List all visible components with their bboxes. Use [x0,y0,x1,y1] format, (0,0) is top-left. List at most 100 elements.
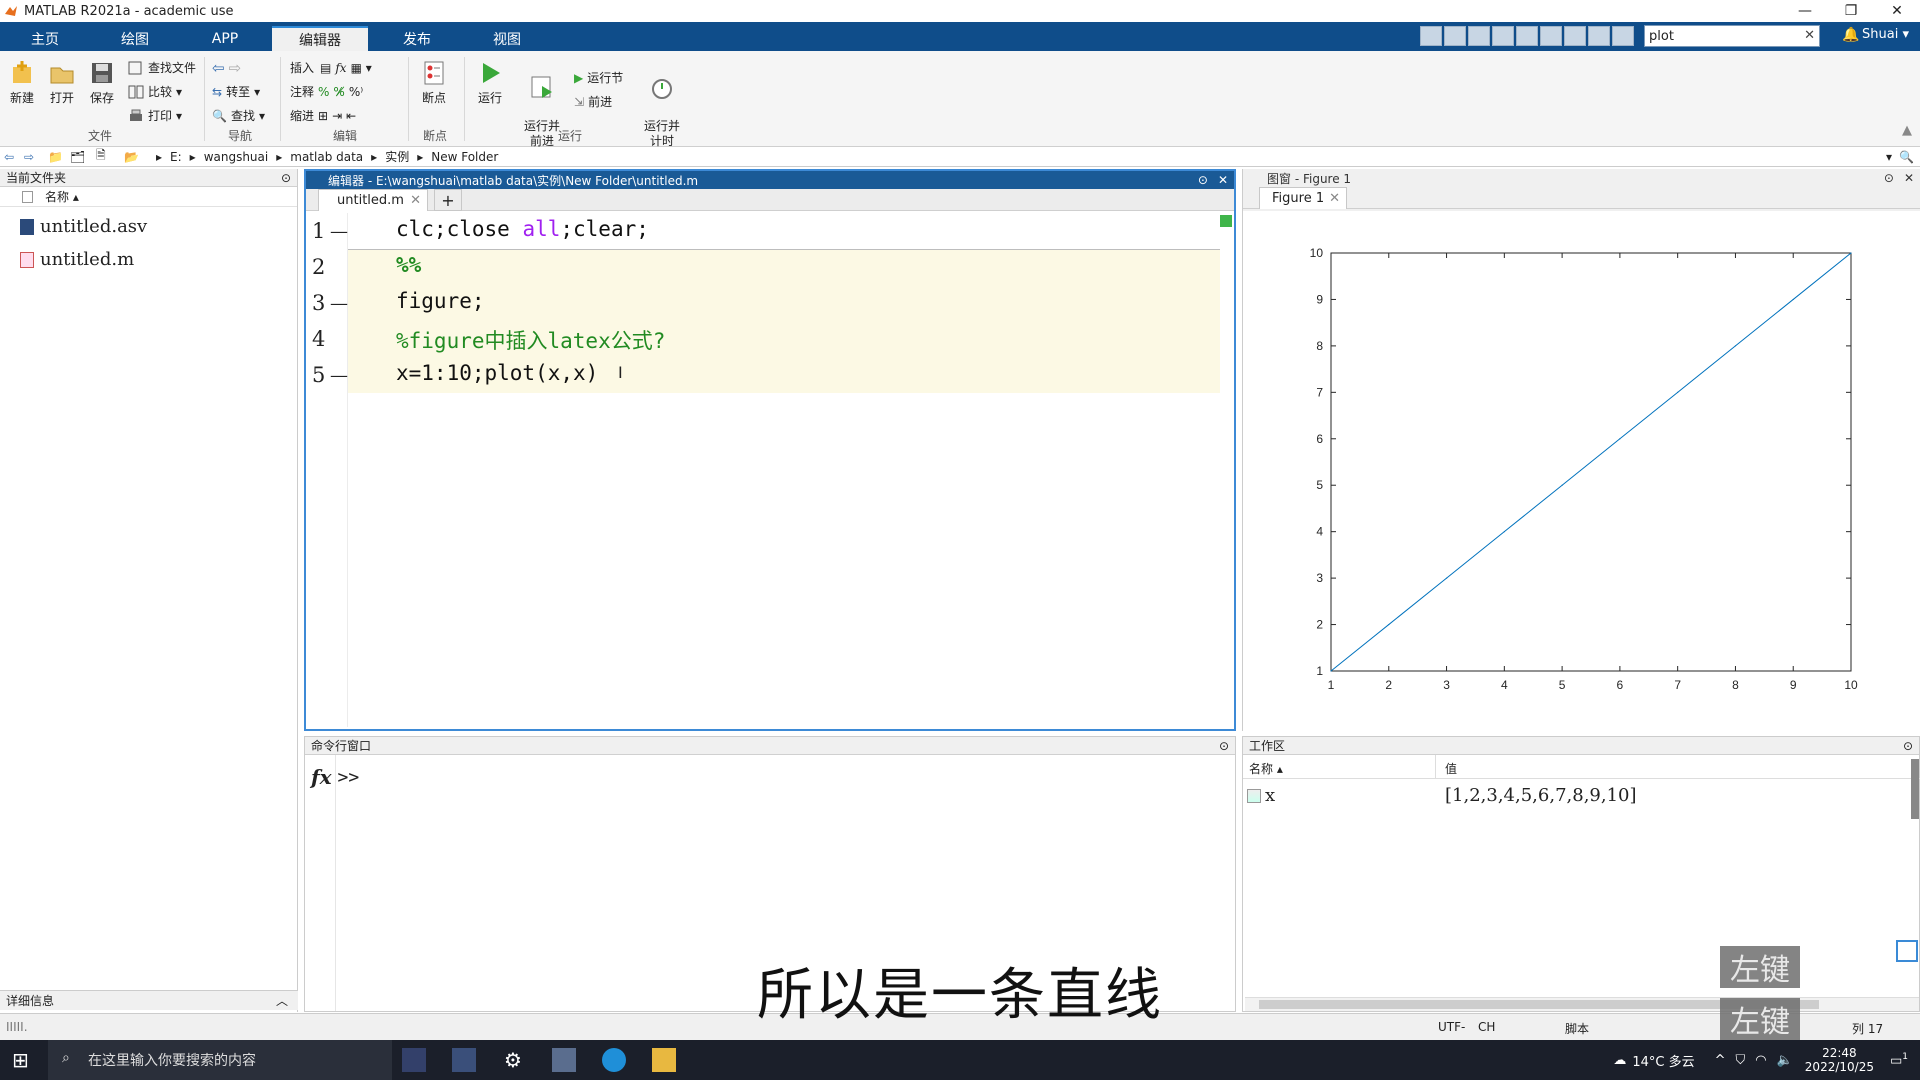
comment-button[interactable]: 注释% %̸ %⁾ [290,83,363,100]
documentation-search[interactable]: plot ✕ [1644,25,1820,47]
compare-button[interactable]: 比较 ▾ [128,83,182,100]
insert-section-icon[interactable]: ▦ ▾ [351,61,372,75]
tab-editor[interactable]: 编辑器 [272,26,368,51]
print-button[interactable]: 打印 ▾ [128,107,182,124]
indent-button[interactable]: 缩进 ⊞ ⇥ ⇤ [290,107,356,124]
save-button[interactable]: 保存 [82,59,122,106]
tab-figure-1[interactable]: Figure 1 ✕ [1259,187,1347,209]
user-menu[interactable]: Shuai ▾ [1862,27,1909,42]
smart-indent-icon[interactable]: ⊞ [318,109,328,123]
breakpoint-dash[interactable]: — [330,221,348,242]
qat-copy-icon[interactable] [1468,26,1490,46]
clock[interactable]: 22:48 2022/10/25 [1805,1046,1874,1074]
qat-switch-window-icon[interactable] [1564,26,1586,46]
qat-undo-icon[interactable] [1516,26,1538,46]
file-list-header[interactable]: 名称 ▴ [0,187,297,207]
tab-view[interactable]: 视图 [470,26,544,51]
notification-center-icon[interactable]: ▭1 [1890,1052,1908,1068]
editor-close-icon[interactable]: ✕ [1218,173,1228,187]
code-analyzer-status-icon[interactable] [1220,215,1232,227]
breakpoints-button[interactable]: 断点 [414,59,454,106]
breadcrumb-examples[interactable]: 实例 [385,148,409,165]
find-button[interactable]: 🔍 查找 ▾ [212,107,265,124]
file-row[interactable]: untitled.m [20,249,134,270]
weather-icon[interactable]: ☁ [1613,1053,1626,1068]
new-button[interactable]: 新建 [2,59,42,106]
increase-indent-icon[interactable]: ⇥ [332,109,342,123]
edge-taskbar-icon[interactable] [602,1048,626,1072]
arrow-right-icon[interactable]: ⇨ [229,59,242,77]
new-tab-button[interactable]: + [434,189,462,211]
nav-back-icon[interactable]: ⇦ [4,150,14,164]
breadcrumb-matlab-data[interactable]: matlab data [290,150,363,164]
taskbar-search[interactable]: ⌕ 在这里输入你要搜索的内容 [48,1040,392,1080]
back-forward-buttons[interactable]: ⇦ ⇨ [212,59,241,77]
settings-taskbar-icon[interactable]: ⚙ [504,1048,528,1072]
qat-paste-icon[interactable] [1492,26,1514,46]
name-column-header[interactable]: 名称 ▴ [45,188,79,205]
line-number[interactable]: 4 [306,321,348,357]
goto-button[interactable]: ⇆ 转至 ▾ [212,83,260,100]
qat-help-icon[interactable] [1588,26,1610,46]
defender-icon[interactable]: ⛉ [1736,1053,1746,1068]
qat-save-icon[interactable] [1420,26,1442,46]
uncomment-icon[interactable]: %̸ [333,85,344,99]
browse-folder-icon[interactable]: 🗂 [70,150,85,164]
qat-redo-icon[interactable] [1540,26,1562,46]
breakpoint-dash[interactable]: — [330,365,348,386]
matlab-taskbar-icon[interactable] [402,1048,426,1072]
code-area[interactable]: 1— clc;close all;clear; 2%% 3— figure; 4 %figu… [306,213,1230,727]
run-section-button[interactable]: ▶ 运行节 [574,69,623,86]
volume-icon[interactable]: 🔈 [1777,1053,1793,1068]
figure-tab-close-icon[interactable]: ✕ [1329,191,1340,206]
clear-search-icon[interactable]: ✕ [1804,28,1815,43]
decrease-indent-icon[interactable]: ⇤ [346,109,356,123]
advance-button[interactable]: ⇲ 前进 [574,93,612,110]
fx-icon[interactable]: fx [335,61,346,75]
collapse-ribbon-icon[interactable]: ▲ [1902,123,1912,138]
percent-icon[interactable]: % [318,85,329,99]
search-folder-icon[interactable]: 🗎 [96,146,106,167]
code-line[interactable]: %figure中插入latex公式? [396,325,665,355]
name-column-header[interactable]: 名称 ▴ [1249,760,1283,777]
close-button[interactable]: ✕ [1874,0,1920,22]
run-button[interactable]: 运行 [470,59,510,106]
notification-bell-icon[interactable]: 🔔 [1842,27,1859,43]
wifi-icon[interactable]: ◠ [1755,1053,1766,1068]
line-chart[interactable]: 1 2 3 4 5 6 7 8 9 10 1 2 3 4 5 6 7 8 9 10 [1243,211,1920,731]
breadcrumb-drive[interactable]: E: [170,150,182,164]
open-button[interactable]: 打开 [42,59,82,106]
calculator-taskbar-icon[interactable] [452,1048,476,1072]
search-input[interactable]: plot [1649,29,1674,44]
weather-text[interactable]: 14°C 多云 [1632,1051,1694,1070]
figure-canvas[interactable]: 1 2 3 4 5 6 7 8 9 10 1 2 3 4 5 6 7 8 9 10 [1243,211,1920,731]
editor-menu-icon[interactable]: ⊙ [1198,173,1208,187]
nav-forward-icon[interactable]: ⇨ [24,150,34,164]
explorer-window-taskbar-icon[interactable] [552,1048,576,1072]
search-icon[interactable]: 🔍 [1899,150,1914,164]
qat-customize-icon[interactable] [1612,26,1634,46]
minimize-button[interactable]: — [1782,0,1828,22]
file-explorer-taskbar-icon[interactable] [652,1048,676,1072]
figure-menu-icon[interactable]: ⊙ [1884,171,1894,185]
breadcrumb-new-folder[interactable]: New Folder [431,150,498,164]
tab-apps[interactable]: APP [190,26,260,51]
line-number[interactable]: 5— [306,357,348,393]
tab-home[interactable]: 主页 [10,26,80,51]
code-line[interactable]: x=1:10;plot(x,x) [396,361,598,385]
code-line[interactable]: %% [396,253,421,277]
code-line[interactable]: figure; [396,289,485,313]
line-number[interactable]: 1— [306,213,348,249]
vertical-scrollbar-thumb[interactable] [1911,759,1919,819]
panel-menu-icon[interactable]: ⊙ [1903,739,1913,753]
tab-close-icon[interactable]: ✕ [410,193,421,208]
windows-start-icon[interactable]: ⊞ [12,1048,36,1072]
line-number[interactable]: 3— [306,285,348,321]
value-column-header[interactable]: 值 [1445,760,1457,777]
restore-button[interactable]: ❐ [1828,0,1874,22]
breakpoint-dash[interactable]: — [330,293,348,314]
qat-cut-icon[interactable] [1444,26,1466,46]
code-line[interactable]: clc;close all;clear; [396,217,649,241]
panel-menu-icon[interactable]: ⊙ [281,171,291,185]
find-files-button[interactable]: 查找文件 [128,59,196,76]
